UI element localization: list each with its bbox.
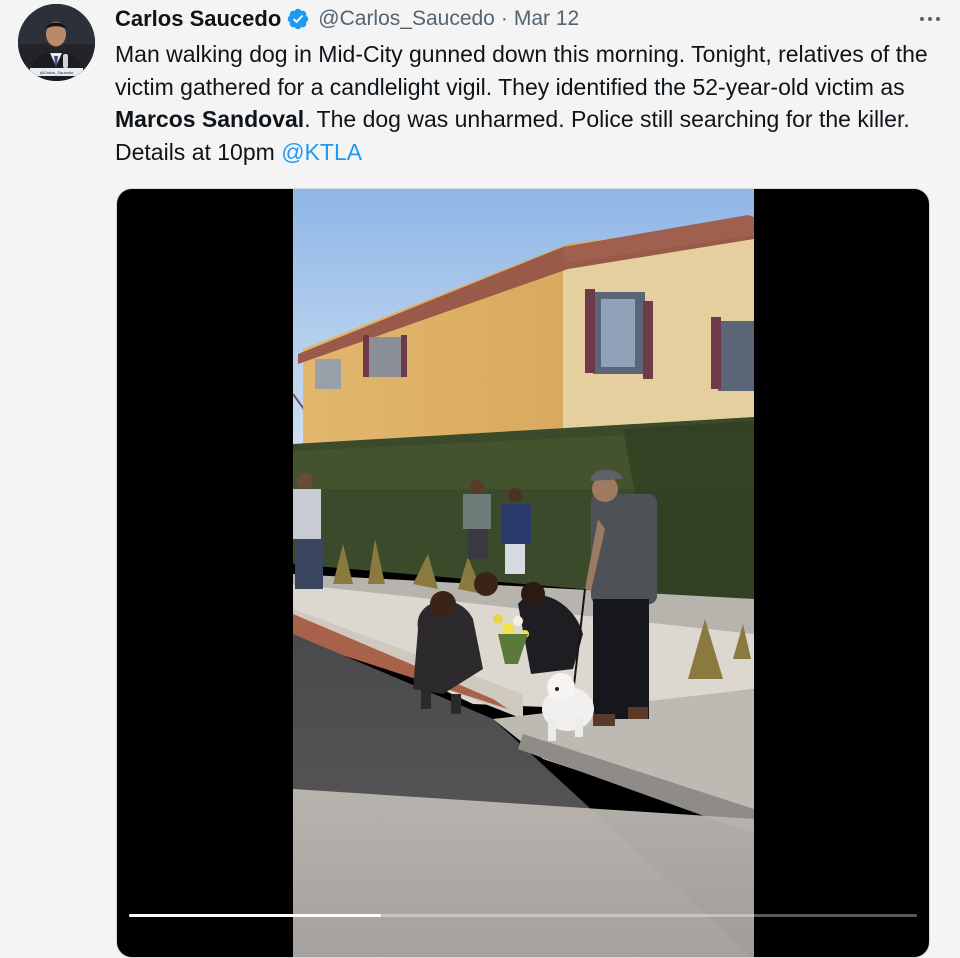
author-avatar[interactable]: @Carlos_Saucedo xyxy=(18,4,95,81)
header-separator: · xyxy=(500,7,508,30)
victim-name: Marcos Sandoval xyxy=(115,106,305,132)
avatar-image: @Carlos_Saucedo xyxy=(18,4,95,81)
tweet-video[interactable] xyxy=(116,188,930,958)
tweet-header: Carlos Saucedo @Carlos_Saucedo · Mar 12 xyxy=(115,4,940,34)
tweet-date[interactable]: Mar 12 xyxy=(514,7,579,31)
author-name[interactable]: Carlos Saucedo xyxy=(115,6,281,32)
video-scene-image xyxy=(293,189,754,957)
video-progress-fill xyxy=(129,914,382,917)
video-frame xyxy=(293,189,754,957)
mention-link[interactable]: @KTLA xyxy=(281,139,362,165)
author-handle[interactable]: @Carlos_Saucedo xyxy=(318,7,495,31)
more-options-icon[interactable] xyxy=(920,4,940,34)
verified-badge-icon xyxy=(286,7,310,31)
avatar-caption: @Carlos_Saucedo xyxy=(40,70,74,75)
tweet-text: Man walking dog in Mid-City gunned down … xyxy=(115,38,935,168)
video-progress-bar[interactable] xyxy=(129,914,917,917)
tweet-text-part1: Man walking dog in Mid-City gunned down … xyxy=(115,41,928,100)
